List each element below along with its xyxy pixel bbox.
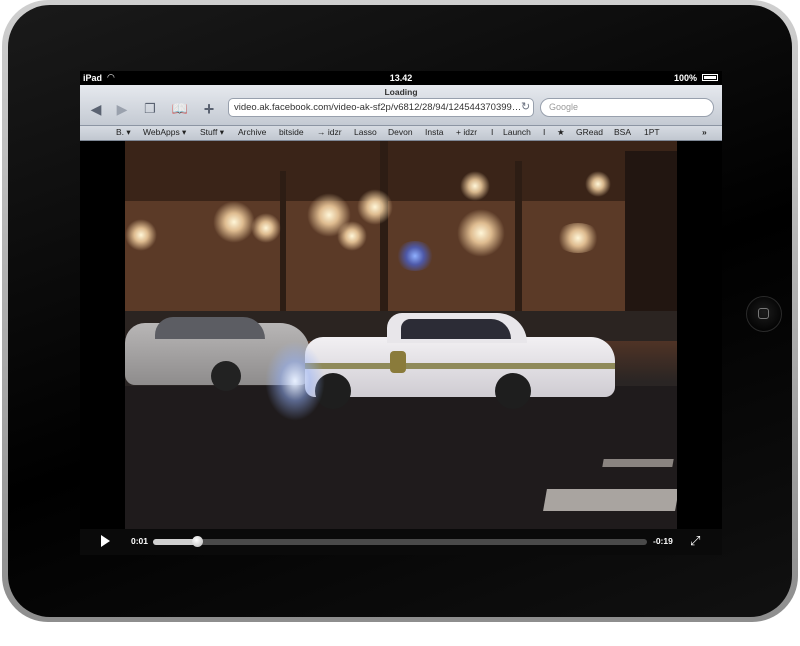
fullscreen-icon[interactable]: ⤢ — [690, 533, 700, 549]
play-icon[interactable] — [101, 535, 110, 547]
back-arrow-icon[interactable]: ◀ — [86, 100, 106, 118]
bookmark-item[interactable]: BSA — [614, 127, 631, 137]
video-scrubber[interactable] — [153, 536, 647, 547]
reload-icon[interactable]: ↻ — [521, 100, 530, 113]
page-title: Loading — [384, 87, 418, 97]
bookmark-item[interactable]: I — [491, 127, 493, 137]
bookmark-item[interactable]: + idzr — [456, 127, 477, 137]
add-plus-icon[interactable]: + — [199, 100, 219, 118]
clock: 13.42 — [389, 73, 413, 83]
search-input[interactable]: Google — [540, 98, 714, 117]
url-field[interactable]: video.ak.facebook.com/video-ak-sf2p/v681… — [228, 98, 534, 117]
bookmark-item[interactable]: Insta — [425, 127, 443, 137]
bookmark-item[interactable]: Archive — [238, 127, 266, 137]
bookmark-item[interactable]: → idzr — [317, 127, 342, 137]
bookmark-item[interactable]: bitside — [279, 127, 304, 137]
bookmark-item[interactable]: I — [543, 127, 545, 137]
battery-percent: 100% — [673, 73, 697, 83]
video-controls: 0:01 -0:19 ⤢ — [80, 529, 722, 555]
scrubber-progress — [153, 539, 198, 545]
time-remaining: -0:19 — [653, 536, 673, 546]
battery-icon — [702, 74, 718, 81]
status-bar: iPad ◠ 13.42 100% — [80, 71, 722, 85]
bookmark-item[interactable]: Stuff ▾ — [200, 127, 224, 138]
bookmark-item[interactable]: GRead — [576, 127, 603, 137]
home-square-icon — [758, 308, 769, 319]
pages-icon[interactable]: ❐ — [140, 100, 160, 118]
scrubber-knob[interactable] — [192, 536, 204, 547]
star-icon[interactable]: ★ — [557, 127, 565, 138]
home-button[interactable] — [746, 296, 782, 332]
bookmark-item[interactable]: Launch — [503, 127, 531, 137]
bookmarks-bar: B. ▾ WebApps ▾ Stuff ▾ Archive bitside →… — [80, 126, 722, 141]
screen: iPad ◠ 13.42 100% Loading ◀ ▶ ❐ 📖 + vide… — [80, 71, 722, 555]
bookmarks-book-icon[interactable]: 📖 — [170, 100, 190, 118]
bookmark-item[interactable]: B. ▾ — [116, 127, 131, 138]
safari-toolbar: Loading ◀ ▶ ❐ 📖 + video.ak.facebook.com/… — [80, 85, 722, 126]
bookmark-item[interactable]: WebApps ▾ — [143, 127, 186, 138]
video-frame — [125, 141, 677, 529]
bookmark-item[interactable]: Devon — [388, 127, 413, 137]
chevron-double-right-icon[interactable]: » — [702, 127, 707, 137]
video-player[interactable]: 0:01 -0:19 ⤢ — [80, 141, 722, 555]
bookmark-item[interactable]: Lasso — [354, 127, 377, 137]
time-elapsed: 0:01 — [131, 536, 149, 546]
forward-arrow-icon[interactable]: ▶ — [112, 100, 132, 118]
bookmark-item[interactable]: 1PT — [644, 127, 660, 137]
